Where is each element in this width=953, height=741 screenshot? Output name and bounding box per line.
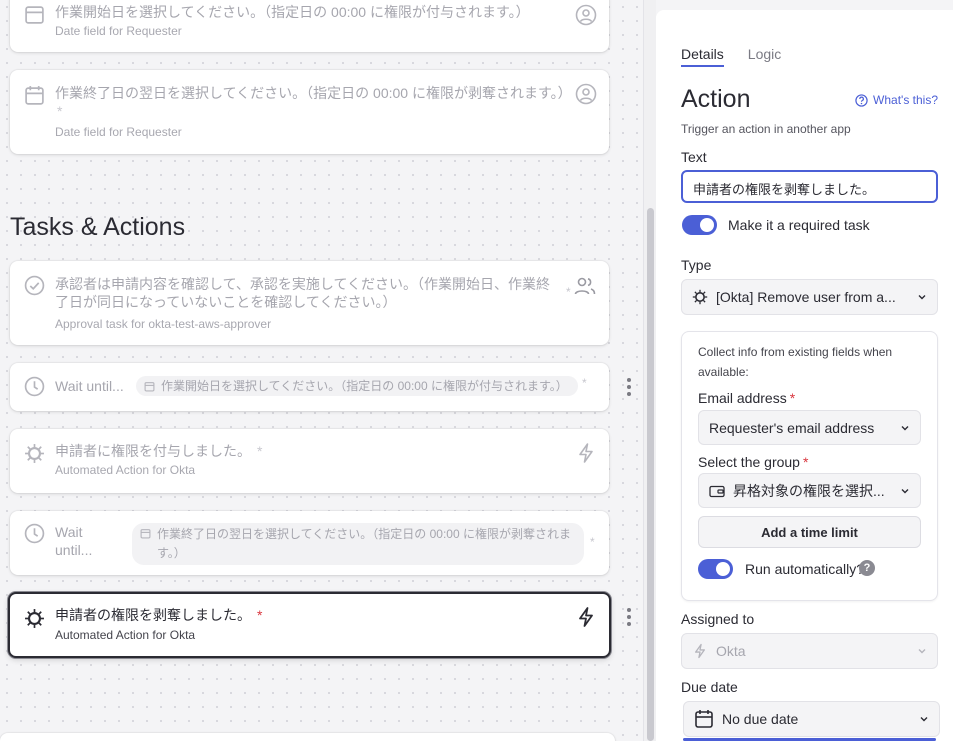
card-subtitle: Approval task for okta-test-aws-approver xyxy=(55,317,272,331)
chevron-down-icon xyxy=(920,717,928,722)
user-circle-icon xyxy=(575,83,597,105)
due-date-select[interactable]: No due date xyxy=(683,701,940,737)
clock-icon xyxy=(24,523,45,544)
chevron-down-icon xyxy=(918,649,926,654)
workflow-canvas[interactable]: 作業開始日を選択してください。（指定日の 00:00 に権限が付与されます。）*… xyxy=(0,0,643,741)
chevron-down-icon xyxy=(918,295,926,300)
email-label: Email address * xyxy=(698,390,796,406)
type-select-value: [Okta] Remove user from a... xyxy=(716,289,896,305)
revoke-action-card[interactable]: 申請者の権限を剥奪しました。 * Automated Action for Okt… xyxy=(8,592,611,658)
group-label: Select the group * xyxy=(698,454,809,470)
panel-description: Trigger an action in another app xyxy=(681,122,851,136)
run-automatically-label: Run automatically? xyxy=(745,561,865,577)
card-title: 申請者に権限を付与しました。 * xyxy=(55,443,263,459)
chevron-down-icon xyxy=(901,488,909,493)
text-input[interactable]: 申請者の権限を剥奪しました。 xyxy=(681,170,938,203)
card-subtitle: Date field for Requester xyxy=(55,24,182,38)
wait-until-card-end[interactable]: Wait until... 作業終了日の翌日を選択してください。（指定日の 00… xyxy=(10,511,609,575)
calendar-icon xyxy=(25,6,44,24)
wait-date-pill: 作業開始日を選択してください。（指定日の 00:00 に権限が付与されます。） xyxy=(136,376,578,396)
approval-task-card[interactable]: 承認者は申請内容を確認して、承認を実施してください。（作業開始日、作業終了日が同… xyxy=(10,261,609,345)
tab-details[interactable]: Details xyxy=(681,46,724,67)
check-circle-icon xyxy=(24,275,45,296)
okta-gear-icon xyxy=(25,444,44,463)
wait-label: Wait until... xyxy=(55,378,124,394)
card-title: 承認者は申請内容を確認して、承認を実施してください。（作業開始日、作業終了日が同… xyxy=(55,276,551,310)
lightning-icon xyxy=(579,607,593,627)
card-subtitle: Automated Action for Okta xyxy=(55,463,196,477)
required-marker: * xyxy=(590,535,595,549)
panel-title: Action xyxy=(681,85,751,113)
collect-info-box: Collect info from existing fields when a… xyxy=(681,331,938,601)
canvas-scrollbar-thumb[interactable] xyxy=(647,208,654,741)
card-subtitle: Automated Action for Okta xyxy=(55,628,196,642)
calendar-icon xyxy=(144,382,155,392)
panel-tabs: Details Logic xyxy=(681,46,781,67)
due-date-value: No due date xyxy=(722,711,799,727)
clock-icon xyxy=(24,376,45,397)
lightning-icon xyxy=(694,643,706,659)
user-circle-icon xyxy=(575,4,597,26)
type-select[interactable]: [Okta] Remove user from a... xyxy=(681,279,938,315)
wait-until-card-start[interactable]: Wait until... 作業開始日を選択してください。（指定日の 00:00… xyxy=(10,363,609,411)
due-date-label: Due date xyxy=(681,679,738,695)
email-select-value: Requester's email address xyxy=(709,419,875,436)
assigned-to-select[interactable]: Okta xyxy=(681,633,938,669)
calendar-icon xyxy=(695,710,713,728)
date-field-card-start[interactable]: 作業開始日を選択してください。（指定日の 00:00 に権限が付与されます。）*… xyxy=(10,0,609,52)
run-automatically-toggle[interactable] xyxy=(698,559,733,579)
help-icon[interactable]: ? xyxy=(859,560,875,576)
okta-gear-icon xyxy=(692,289,708,305)
tab-logic[interactable]: Logic xyxy=(748,46,781,67)
help-circle-icon xyxy=(855,93,868,107)
required-task-toggle[interactable] xyxy=(682,215,717,235)
next-card-edge xyxy=(0,733,615,741)
group-select-value: 昇格対象の権限を選択... xyxy=(733,482,885,499)
wait-date-pill: 作業終了日の翌日を選択してください。（指定日の 00:00 に権限が剥奪されます… xyxy=(132,523,584,565)
folder-icon xyxy=(709,485,725,497)
whats-this-link[interactable]: What's this? xyxy=(855,93,938,107)
text-label: Text xyxy=(681,149,707,165)
more-options-icon[interactable] xyxy=(627,608,633,629)
more-options-icon[interactable] xyxy=(627,378,633,399)
card-subtitle: Date field for Requester xyxy=(55,125,182,139)
card-title: 申請者の権限を剥奪しました。 * xyxy=(55,607,263,623)
okta-gear-icon xyxy=(25,609,44,628)
users-icon xyxy=(574,277,596,295)
lightning-icon xyxy=(579,443,593,463)
type-label: Type xyxy=(681,257,712,273)
wait-label: Wait until... xyxy=(55,524,93,558)
date-field-card-end[interactable]: 作業終了日の翌日を選択してください。（指定日の 00:00 に権限が剥奪されます… xyxy=(10,70,609,154)
required-task-label: Make it a required task xyxy=(728,217,870,233)
email-select[interactable]: Requester's email address xyxy=(698,410,921,445)
required-marker: * xyxy=(566,285,571,299)
calendar-icon xyxy=(140,529,151,539)
calendar-icon xyxy=(25,86,44,105)
card-title: 作業終了日の翌日を選択してください。（指定日の 00:00 に権限が剥奪されます… xyxy=(55,85,572,119)
collect-info-description: Collect info from existing fields when a… xyxy=(698,345,893,379)
required-marker: * xyxy=(582,376,587,390)
card-title: 作業開始日を選択してください。（指定日の 00:00 に権限が付与されます。）* xyxy=(55,4,530,20)
grant-action-card[interactable]: 申請者に権限を付与しました。 * Automated Action for Okt… xyxy=(10,429,609,493)
section-title: Tasks & Actions xyxy=(10,213,186,241)
assigned-to-value: Okta xyxy=(716,643,746,659)
chevron-down-icon xyxy=(901,425,909,430)
details-panel: Details Logic Action What's this? Trigge… xyxy=(656,10,953,741)
add-time-limit-button[interactable]: Add a time limit xyxy=(698,516,921,548)
assigned-to-label: Assigned to xyxy=(681,611,755,627)
group-select[interactable]: 昇格対象の権限を選択... xyxy=(698,473,921,508)
